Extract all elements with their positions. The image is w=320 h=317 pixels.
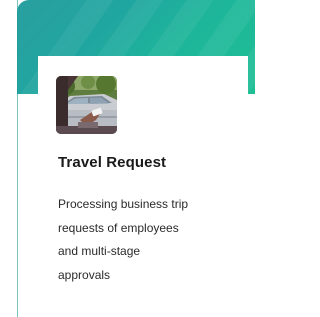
card-title: Travel Request [58, 154, 167, 171]
description-line: approvals [58, 267, 111, 282]
card-left-border [17, 0, 18, 317]
travel-request-card[interactable]: Travel Request Processing business trip … [38, 56, 248, 317]
description-line: and multi-stage [58, 244, 141, 258]
app-card-frame: Travel Request Processing business trip … [0, 0, 255, 317]
description-line: Processing business trip [58, 197, 189, 211]
car-window-photo-icon [56, 76, 117, 134]
card-description: Processing business trip requests of emp… [58, 193, 248, 287]
description-line: requests of employees [58, 220, 179, 235]
